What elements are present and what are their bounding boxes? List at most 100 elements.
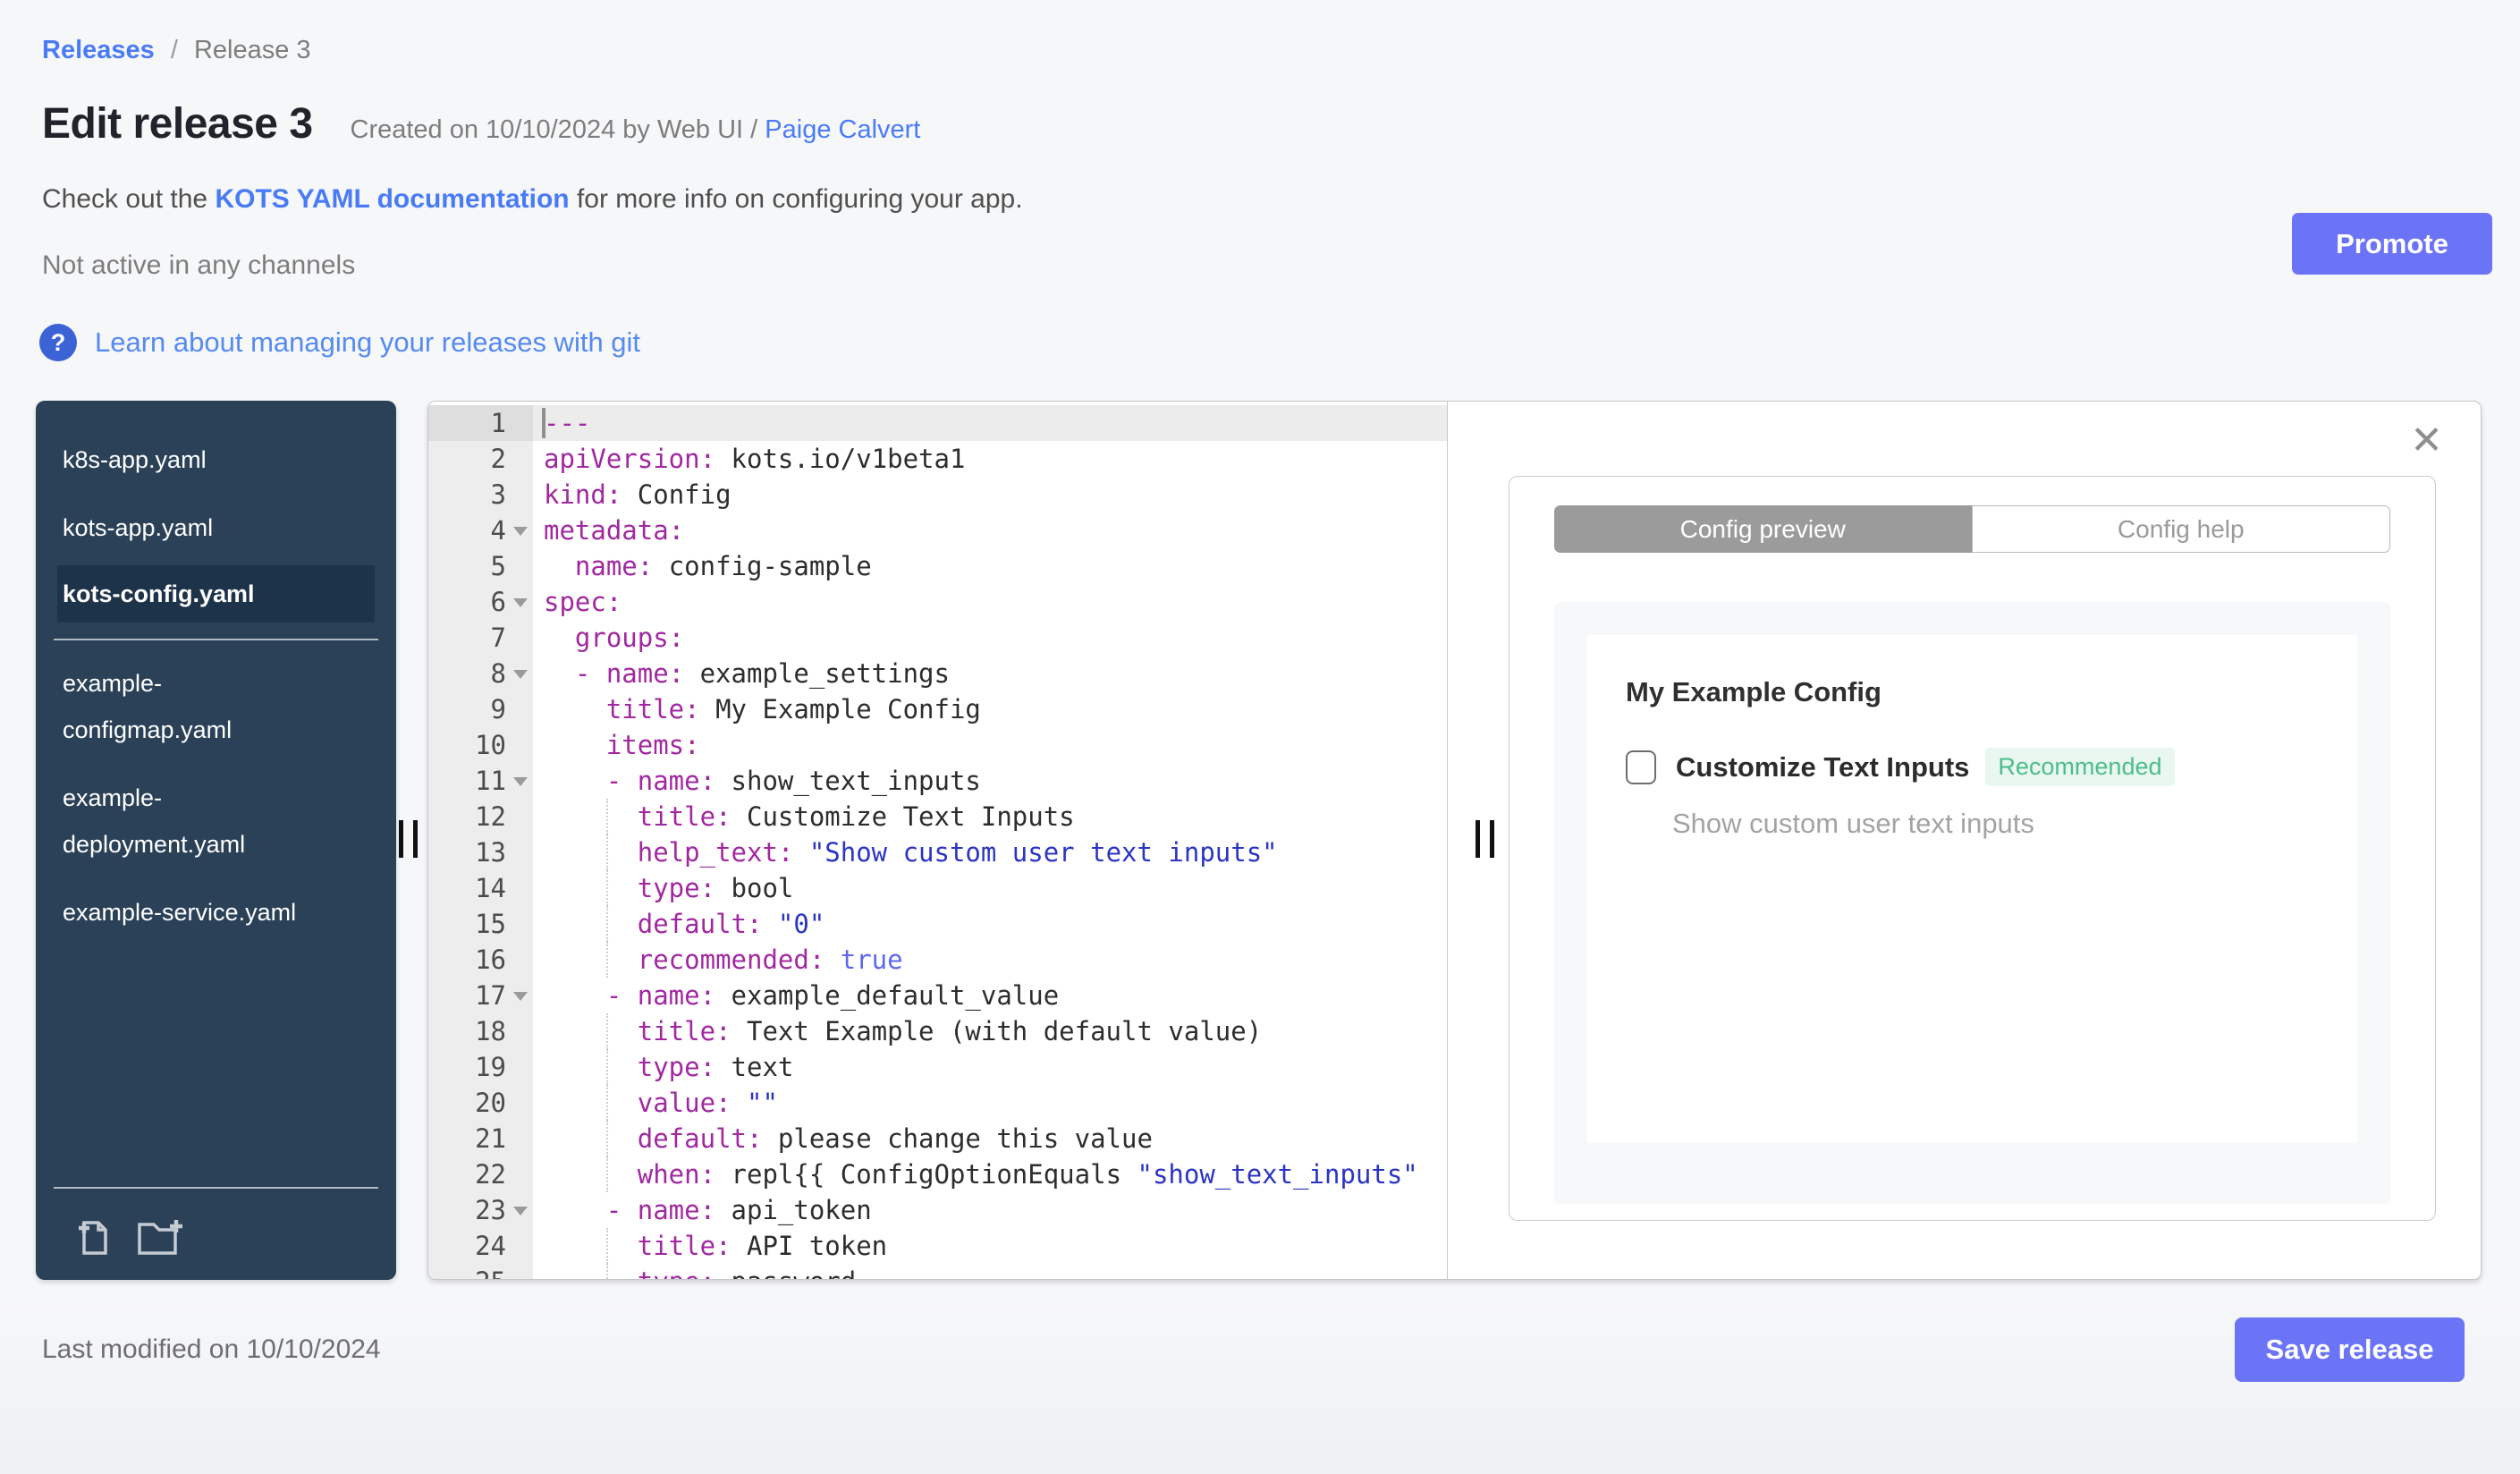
code-text: help_text: "Show custom user text inputs… [533, 834, 1447, 870]
editor-line[interactable]: 25 type: password [428, 1264, 1447, 1279]
new-file-icon[interactable] [72, 1216, 113, 1257]
code-text: - name: example_default_value [605, 980, 1060, 1011]
editor-line[interactable]: 17 - name: example_default_value [428, 978, 1447, 1013]
editor-line[interactable]: 12 title: Customize Text Inputs [428, 799, 1447, 834]
preview-tabs: Config preview Config help [1554, 505, 2390, 553]
breadcrumb-separator: / [170, 36, 178, 64]
code-text: name: config-sample [574, 551, 872, 581]
file-tree-item[interactable]: kots-app.yaml [36, 494, 396, 562]
editor-line[interactable]: 11 - name: show_text_inputs [428, 763, 1447, 799]
line-number: 10 [428, 727, 533, 763]
config-preview-panel: ✕ Config preview Config help My Example C… [1447, 402, 2481, 1279]
promote-button[interactable]: Promote [2292, 213, 2492, 275]
editor-line[interactable]: 13 help_text: "Show custom user text inp… [428, 834, 1447, 870]
editor-line[interactable]: 6 spec: [428, 584, 1447, 620]
editor-line[interactable]: 2 apiVersion: kots.io/v1beta1 [428, 441, 1447, 477]
code-text: when: repl{{ ConfigOptionEquals "show_te… [533, 1156, 1447, 1192]
editor-line[interactable]: 9 title: My Example Config [428, 691, 1447, 727]
preview-card: Config preview Config help My Example Con… [1509, 476, 2436, 1221]
code-text: value: "" [533, 1085, 1447, 1121]
line-number: 18 [428, 1013, 533, 1049]
preview-resize-handle[interactable] [1470, 820, 1506, 858]
file-tree-item[interactable]: example-service.yaml [36, 878, 396, 946]
kots-yaml-doc-link[interactable]: KOTS YAML documentation [215, 184, 569, 214]
line-number: 24 [428, 1228, 533, 1264]
line-number: 7 [428, 620, 533, 656]
indent-guide [606, 834, 608, 870]
line-number: 6 [428, 584, 533, 620]
code-text: title: API token [533, 1228, 1447, 1264]
code-text: - name: example_settings [574, 658, 950, 689]
line-number: 16 [428, 942, 533, 978]
fold-arrow-icon[interactable] [513, 777, 528, 786]
editor-line[interactable]: 1 --- [428, 405, 1447, 441]
editor-line[interactable]: 5 name: config-sample [428, 548, 1447, 584]
save-release-button[interactable]: Save release [2235, 1317, 2465, 1382]
line-number: 15 [428, 906, 533, 942]
file-tree-item[interactable]: example-configmap.yaml [36, 649, 396, 764]
created-text: Created on 10/10/2024 by Web UI / [350, 115, 765, 144]
line-number: 25 [428, 1264, 533, 1279]
breadcrumb: Releases / Release 3 [0, 0, 2520, 65]
config-item-row: Customize Text Inputs Recommended [1626, 748, 2321, 786]
close-icon[interactable]: ✕ [2410, 421, 2443, 461]
tab-config-preview[interactable]: Config preview [1554, 505, 1972, 553]
editor-line[interactable]: 24 title: API token [428, 1228, 1447, 1264]
config-item-label: Customize Text Inputs [1676, 750, 1970, 783]
fold-arrow-icon[interactable] [513, 670, 528, 679]
fold-arrow-icon[interactable] [513, 1207, 528, 1216]
file-list: k8s-app.yaml kots-app.yaml kots-config.yam… [36, 426, 396, 946]
tab-config-help[interactable]: Config help [1971, 505, 2390, 553]
line-number: 19 [428, 1049, 533, 1085]
last-modified-text: Last modified on 10/10/2024 [42, 1334, 381, 1364]
editor-line[interactable]: 3 kind: Config [428, 477, 1447, 513]
new-folder-icon[interactable] [136, 1216, 186, 1257]
indent-guide [606, 942, 608, 978]
git-releases-link[interactable]: Learn about managing your releases with … [95, 326, 640, 359]
code-text: default: "0" [533, 906, 1447, 942]
editor-line[interactable]: 7 groups: [428, 620, 1447, 656]
fold-arrow-icon[interactable] [513, 527, 528, 536]
code-text: - name: show_text_inputs [605, 766, 981, 796]
file-tree-item[interactable]: kots-config.yaml [57, 565, 375, 623]
line-number: 23 [428, 1192, 533, 1228]
text-cursor [542, 408, 545, 438]
author-link[interactable]: Paige Calvert [765, 115, 920, 144]
sidebar-bottom-divider [54, 1187, 378, 1189]
line-number: 21 [428, 1121, 533, 1156]
indent-guide [606, 1228, 608, 1264]
indent-guide [606, 1085, 608, 1121]
editor-line[interactable]: 23 - name: api_token [428, 1192, 1447, 1228]
editor-line[interactable]: 19 type: text [428, 1049, 1447, 1085]
config-checkbox[interactable] [1626, 750, 1656, 784]
editor-line[interactable]: 4 metadata: [428, 513, 1447, 548]
file-tree-item[interactable]: k8s-app.yaml [36, 426, 396, 494]
editor-line[interactable]: 22 when: repl{{ ConfigOptionEquals "show… [428, 1156, 1447, 1192]
editor-line[interactable]: 8 - name: example_settings [428, 656, 1447, 691]
editor-line[interactable]: 18 title: Text Example (with default val… [428, 1013, 1447, 1049]
line-number: 2 [428, 441, 533, 477]
file-tree-divider [54, 639, 378, 640]
code-text: --- [533, 405, 1447, 441]
line-number: 13 [428, 834, 533, 870]
editor-line[interactable]: 10 items: [428, 727, 1447, 763]
editor-line[interactable]: 15 default: "0" [428, 906, 1447, 942]
line-number: 11 [428, 763, 533, 799]
editor-line[interactable]: 21 default: please change this value [428, 1121, 1447, 1156]
sidebar-resize-handle[interactable] [393, 820, 429, 858]
breadcrumb-releases-link[interactable]: Releases [42, 36, 155, 64]
file-tree-item[interactable]: example-deployment.yaml [36, 764, 396, 878]
fold-arrow-icon[interactable] [513, 992, 528, 1001]
yaml-code-editor[interactable]: 1 --- 2 apiVersion: kots.io/v1beta1 3 kind: C… [428, 402, 1447, 1279]
editor-line[interactable]: 20 value: "" [428, 1085, 1447, 1121]
doc-line: Check out the KOTS YAML documentation fo… [0, 148, 2520, 215]
line-number: 17 [428, 978, 533, 1013]
editor-line[interactable]: 16 recommended: true [428, 942, 1447, 978]
code-text: title: Text Example (with default value) [533, 1013, 1447, 1049]
release-content: k8s-app.yaml kots-app.yaml kots-config.yam… [36, 401, 2482, 1280]
fold-arrow-icon[interactable] [513, 598, 528, 607]
indent-guide [606, 1013, 608, 1049]
editor-line[interactable]: 14 type: bool [428, 870, 1447, 906]
indent-guide [606, 1156, 608, 1192]
line-number: 4 [428, 513, 533, 548]
